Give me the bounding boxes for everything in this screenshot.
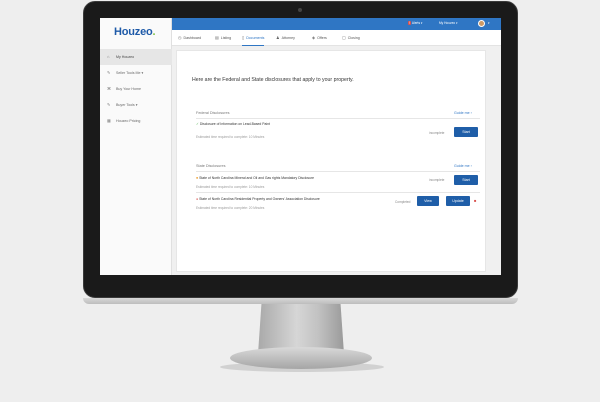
start-button[interactable]: Start [454, 175, 478, 185]
alerts-label: Alerts ▾ [411, 21, 423, 25]
sidebar-item-my-houzeo[interactable]: ⌂ My Houzeo [100, 49, 172, 65]
check-icon: ✓ [196, 122, 199, 126]
document-icon: ▯ [242, 35, 245, 40]
tab-label: Dashboard [183, 36, 202, 40]
status-badge: Completed [395, 200, 411, 204]
doc-residential-property[interactable]: ●State of North Carolina Residential Pro… [196, 197, 320, 201]
monitor-stand [230, 347, 372, 369]
warning-icon: ■ [196, 176, 199, 180]
camera [298, 8, 302, 12]
user-menu-caret[interactable]: ▾ [488, 21, 490, 25]
tab-attorney[interactable]: ♟ Attorney [276, 30, 295, 46]
content-panel: Here are the Federal and State disclosur… [176, 50, 486, 272]
alerts-menu[interactable]: ! Alerts ▾ [408, 21, 423, 25]
listing-icon: ▤ [215, 35, 219, 40]
tools-icon: ✎ [107, 102, 111, 107]
status-badge: incomplete [429, 131, 445, 135]
federal-guide-link[interactable]: Guide me › [454, 111, 472, 115]
logo-dot: . [152, 26, 156, 38]
tab-documents[interactable]: ▯ Documents [242, 30, 265, 46]
sidebar-item-buy-your-home[interactable]: ⌘ Buy Your Home [100, 81, 172, 97]
avatar[interactable] [478, 20, 485, 27]
tab-label: Listing [220, 36, 232, 40]
view-button[interactable]: View [417, 196, 439, 206]
grid-icon: ▦ [107, 118, 111, 123]
tab-closing[interactable]: ▢ Closing [342, 30, 360, 46]
doc-name: State of North Carolina Residential Prop… [199, 197, 320, 201]
tab-offers[interactable]: ◈ Offers [312, 30, 327, 46]
tab-dashboard[interactable]: ◷ Dashboard [178, 30, 201, 46]
dashboard-icon: ◷ [178, 35, 182, 40]
doc-estimate: Estimated time required to complete: 10 … [196, 135, 265, 139]
start-button[interactable]: Start [454, 127, 478, 137]
cart-icon: ⌘ [107, 86, 111, 91]
offers-icon: ◈ [312, 35, 316, 40]
sidebar-item-seller-tools[interactable]: ✎ Seller Tools Me ▾ [100, 65, 172, 81]
logo[interactable]: Houzeo. [114, 26, 156, 38]
screen: Houzeo. ⌂ My Houzeo ✎ Seller Tools Me ▾ … [100, 18, 501, 275]
state-guide-link[interactable]: Guide me › [454, 164, 472, 168]
my-houzeo-menu[interactable]: My Houzeo ▾ [439, 21, 458, 25]
federal-section-title: Federal Disclosures [196, 111, 230, 115]
tab-label: Attorney [281, 36, 295, 40]
sidebar-item-label: Buy Your Home [116, 87, 141, 91]
doc-name: Disclosure of Information on Lead-Based … [199, 122, 270, 126]
top-bar: ! Alerts ▾ My Houzeo ▾ ▾ [172, 18, 501, 30]
sidebar-item-buyer-tools[interactable]: ✎ Buyer Tools ▾ [100, 97, 172, 113]
tab-label: Closing [347, 36, 360, 40]
sidebar-item-label: Buyer Tools ▾ [116, 103, 138, 107]
sidebar: Houzeo. ⌂ My Houzeo ✎ Seller Tools Me ▾ … [100, 18, 172, 275]
update-button[interactable]: Update [446, 196, 470, 206]
doc-lead-paint[interactable]: ✓Disclosure of Information on Lead-Based… [196, 122, 270, 126]
doc-mineral-oil-gas[interactable]: ■State of North Carolina Mineral and Oil… [196, 176, 314, 180]
doc-estimate: Estimated time required to complete: 10 … [196, 185, 265, 189]
alert-icon: ● [196, 197, 199, 201]
sidebar-item-houzeo-pricing[interactable]: ▦ Houzeo Pricing [100, 113, 172, 129]
status-badge: incomplete [429, 178, 445, 182]
logo-text: Houzeo [114, 26, 153, 38]
tab-listing[interactable]: ▤ Listing [215, 30, 231, 46]
sidebar-item-label: Seller Tools Me ▾ [116, 71, 144, 75]
home-icon: ⌂ [107, 54, 110, 59]
tab-label: Offers [317, 36, 327, 40]
alerts-badge: ! [408, 21, 411, 25]
doc-estimate: Estimated time required to complete: 20 … [196, 206, 265, 210]
state-section-title: State Disclosures [196, 164, 226, 168]
trash-icon[interactable]: ■ [474, 198, 476, 203]
divider [196, 118, 480, 119]
tab-label: Documents [246, 36, 265, 40]
divider [196, 171, 480, 172]
closing-icon: ▢ [342, 35, 346, 40]
sidebar-item-label: My Houzeo [116, 55, 135, 59]
divider [196, 192, 480, 193]
tools-icon: ✎ [107, 70, 111, 75]
doc-name: State of North Carolina Mineral and Oil … [199, 176, 315, 180]
monitor-chin [83, 298, 518, 304]
page-title: Here are the Federal and State disclosur… [192, 77, 354, 83]
attorney-icon: ♟ [276, 35, 280, 40]
nav-tabs: ◷ Dashboard ▤ Listing ▯ Documents ♟ Attorney… [172, 30, 501, 46]
sidebar-item-label: Houzeo Pricing [116, 119, 141, 123]
